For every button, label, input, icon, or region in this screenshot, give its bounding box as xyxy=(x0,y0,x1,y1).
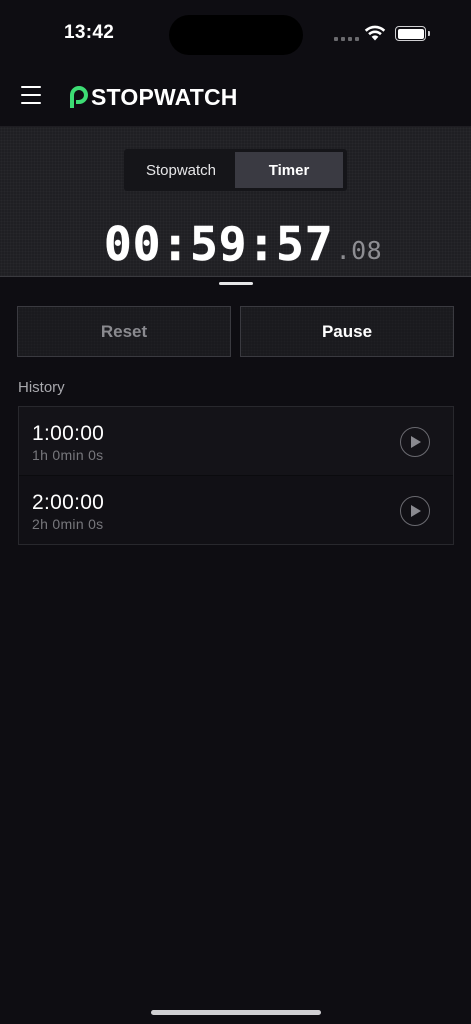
history-list: 1:00:00 1h 0min 0s 2:00:00 2h 0min 0s xyxy=(18,406,454,545)
home-indicator[interactable] xyxy=(151,1010,321,1015)
panel-drag-handle[interactable] xyxy=(219,282,253,285)
app-header: STOPWATCH xyxy=(0,64,471,127)
status-time: 13:42 xyxy=(64,22,115,43)
battery-tip xyxy=(428,31,430,36)
timer-fraction: .08 xyxy=(335,236,383,265)
battery-icon xyxy=(395,26,426,41)
pause-button[interactable]: Pause xyxy=(240,306,454,357)
history-duration: 2h 0min 0s xyxy=(32,516,104,532)
hamburger-icon[interactable] xyxy=(21,86,41,104)
app-logo: STOPWATCH xyxy=(68,84,238,111)
timer-value: 00:59:57 xyxy=(104,217,334,271)
status-bar: 13:42 xyxy=(0,0,471,64)
wifi-icon xyxy=(364,25,386,41)
timer-display: 00:59:57 .08 xyxy=(104,217,383,271)
timer-controls: Reset Pause xyxy=(17,306,454,358)
history-time: 1:00:00 xyxy=(32,422,105,445)
tab-stopwatch[interactable]: Stopwatch xyxy=(127,152,235,188)
app-screen: 13:42 STOPWATCH Stopwatch Timer 00:59:57… xyxy=(0,0,471,1024)
history-time: 2:00:00 xyxy=(32,491,105,514)
history-item[interactable]: 1:00:00 1h 0min 0s xyxy=(19,407,453,476)
brand-name: STOPWATCH xyxy=(91,84,238,110)
logo-p-icon xyxy=(70,85,88,108)
dynamic-island xyxy=(169,15,303,55)
history-duration: 1h 0min 0s xyxy=(32,447,104,463)
tab-timer[interactable]: Timer xyxy=(235,152,343,188)
timer-panel: Stopwatch Timer 00:59:57 .08 xyxy=(0,127,471,277)
reset-button[interactable]: Reset xyxy=(17,306,231,357)
history-title: History xyxy=(18,379,65,396)
cellular-signal-icon xyxy=(334,37,359,41)
play-icon[interactable] xyxy=(400,427,430,457)
history-item[interactable]: 2:00:00 2h 0min 0s xyxy=(19,476,453,544)
play-icon[interactable] xyxy=(400,496,430,526)
mode-switch: Stopwatch Timer xyxy=(124,149,347,191)
